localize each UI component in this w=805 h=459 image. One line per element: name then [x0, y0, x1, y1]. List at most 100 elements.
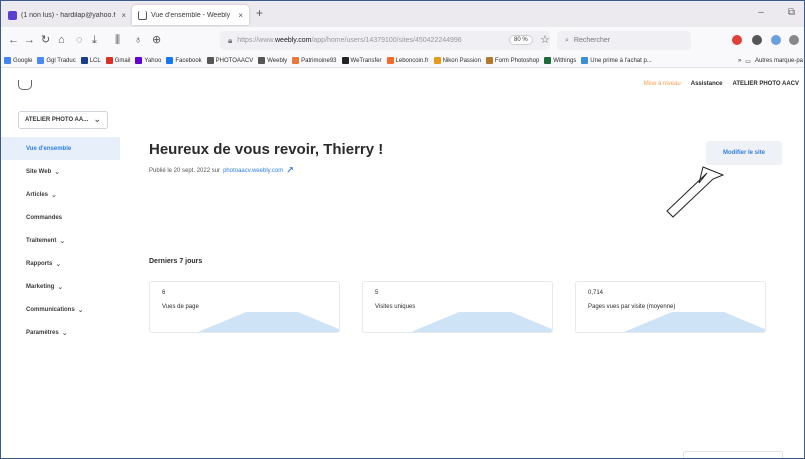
navigation-bar: ← → ↻ ⌂ ◌ ⤓ ⫼ ♁ ⊕ 🔒︎ https://www. weebly.… — [0, 27, 805, 54]
extension-icon[interactable] — [789, 35, 799, 45]
bookmark-icon — [544, 57, 552, 64]
url-host: weebly.com — [275, 37, 312, 44]
bookmark-icon — [135, 57, 143, 64]
bookmark-item[interactable]: Facebook — [166, 57, 202, 64]
bookmark-item[interactable]: Une prime à l'achat p... — [581, 57, 652, 64]
tab-strip: (1 non lus) - hardilap@yahoo.f × Vue d'e… — [0, 0, 805, 27]
tab-title: Vue d'ensemble - Weebly — [151, 11, 231, 19]
sidebar-item[interactable]: Traitement ⌄ — [0, 229, 120, 252]
chevron-down-icon: ⌄ — [61, 329, 68, 337]
zoom-indicator[interactable]: 80 % — [509, 35, 533, 45]
ublock-icon[interactable] — [732, 35, 742, 45]
chat-widget[interactable] — [683, 451, 783, 459]
sidebar-item-label: Traitement — [26, 237, 57, 244]
sidebar-item-label: Site Web — [26, 168, 52, 175]
site-url-link[interactable]: photoaacv.weebly.com — [223, 168, 283, 174]
bookmark-item[interactable]: WeTransfer — [341, 57, 382, 64]
extension-icon[interactable]: ⊕ — [152, 33, 161, 47]
restore-button[interactable]: ⧉ — [788, 7, 795, 18]
sidebar-item[interactable]: Marketing ⌄ — [0, 275, 120, 298]
bookmark-item[interactable]: Patrimoine93 — [292, 57, 337, 64]
tab-mail[interactable]: (1 non lus) - hardilap@yahoo.f × — [2, 5, 132, 25]
stat-card-pages-per-visit: 0,714 Pages vues par visite (moyenne) — [575, 281, 766, 333]
edit-site-button[interactable]: Modifier le site — [706, 141, 782, 165]
bookmarks-overflow[interactable]: » ▭ Autres marque-pa — [733, 54, 803, 67]
sidebar-item-label: Articles — [26, 191, 49, 198]
minimize-button[interactable]: – — [758, 7, 764, 18]
sparkline — [363, 312, 552, 332]
bookmarks-overflow-icon[interactable]: » — [738, 58, 741, 64]
bookmark-item[interactable]: Ggl Traduc — [37, 57, 76, 64]
bookmark-label: Withings — [553, 57, 577, 64]
bookmark-item[interactable]: Nikon Passion — [433, 57, 481, 64]
account-icon[interactable]: ♁ — [134, 33, 142, 47]
sidebar-item[interactable]: Vue d'ensemble — [0, 137, 120, 160]
close-icon[interactable]: × — [121, 11, 126, 20]
sidebar-item[interactable]: Commandes — [0, 206, 120, 229]
back-button[interactable]: ← — [8, 33, 19, 47]
forward-button[interactable]: → — [24, 33, 35, 47]
mail-icon — [8, 10, 17, 20]
library-icon[interactable]: ⫼ — [115, 33, 120, 47]
stat-card-page-views: 6 Vues de page — [149, 281, 340, 333]
search-icon: ⌕ — [565, 36, 569, 44]
page-title: Heureux de vous revoir, Thierry ! — [149, 141, 384, 158]
upgrade-link[interactable]: Mise à niveau — [644, 81, 681, 87]
reload-button[interactable]: ↻ — [41, 33, 50, 47]
bookmark-item[interactable]: Leboncoin.fr — [386, 57, 429, 64]
bookmark-star-icon[interactable]: ☆ — [540, 33, 550, 46]
stat-value: 0,714 — [588, 290, 604, 296]
search-bar[interactable]: ⌕ Rechercher — [557, 31, 691, 50]
extension-icon[interactable] — [752, 35, 762, 45]
weebly-header: Mise à niveau Assistance ATELIER PHOTO A… — [0, 69, 805, 101]
bookmark-item[interactable]: Weebly — [258, 57, 287, 64]
sidebar-item[interactable]: Paramètres ⌄ — [0, 321, 120, 344]
bookmark-icon — [258, 57, 266, 64]
window-controls: – ⧉ — [758, 7, 795, 18]
chevron-down-icon: ⌄ — [51, 191, 57, 199]
home-button[interactable]: ⌂ — [58, 33, 65, 47]
bookmark-label: Facebook — [175, 57, 202, 64]
bookmark-item[interactable]: Withings — [544, 57, 576, 64]
download-icon[interactable]: ⤓ — [92, 33, 97, 47]
pocket-icon[interactable]: ◌ — [76, 33, 83, 47]
bookmark-icon — [206, 57, 214, 64]
other-bookmarks-label[interactable]: Autres marque-pa — [755, 58, 803, 64]
sidebar-item[interactable]: Communications ⌄ — [0, 298, 120, 321]
new-tab-button[interactable]: + — [256, 6, 263, 20]
bookmark-label: PHOTOAACV — [215, 57, 254, 64]
bookmark-label: Gmail — [114, 57, 131, 64]
assistance-link[interactable]: Assistance — [691, 81, 723, 87]
sparkline — [576, 312, 765, 332]
close-icon[interactable]: × — [238, 11, 243, 20]
sidebar-item[interactable]: Site Web ⌄ — [0, 160, 120, 183]
lock-icon: 🔒︎ — [228, 35, 233, 45]
bookmark-item[interactable]: Google — [4, 57, 32, 64]
sidebar-item-label: Rapports — [26, 260, 53, 267]
extension-icon[interactable] — [771, 35, 781, 45]
bookmark-item[interactable]: PHOTOAACV — [206, 57, 254, 64]
bookmark-label: Yahoo — [144, 57, 162, 64]
bookmark-item[interactable]: Yahoo — [135, 57, 161, 64]
sidebar-item-label: Paramètres — [26, 329, 59, 336]
sidebar-nav: Vue d'ensemble Site Web ⌄ Articles ⌄ Commande… — [0, 137, 120, 344]
bookmark-label: Patrimoine93 — [301, 57, 337, 64]
bookmark-label: Nikon Passion — [442, 57, 481, 64]
weebly-logo-icon[interactable] — [18, 80, 32, 90]
sidebar-item[interactable]: Rapports ⌄ — [0, 252, 120, 275]
bookmark-item[interactable]: Form Photoshop — [485, 57, 539, 64]
bookmark-icon — [292, 57, 300, 64]
sidebar-item[interactable]: Articles ⌄ — [0, 183, 120, 206]
bookmark-item[interactable]: Gmail — [105, 57, 131, 64]
chevron-down-icon: ⌄ — [59, 237, 66, 245]
bookmark-item[interactable]: LCL — [80, 57, 101, 64]
url-bar[interactable]: 🔒︎ https://www. weebly.com/app/home/users… — [220, 31, 550, 50]
chevron-down-icon: ⌄ — [93, 114, 101, 124]
tab-weebly[interactable]: Vue d'ensemble - Weebly × — [132, 5, 249, 25]
sidebar-item-label: Communications — [26, 306, 75, 313]
site-selector[interactable]: ATELIER PHOTO AA... ⌄ — [18, 111, 108, 129]
external-link-icon[interactable]: ↗ — [286, 165, 294, 176]
tab-title: (1 non lus) - hardilap@yahoo.f — [21, 11, 116, 19]
stat-value: 5 — [375, 290, 379, 296]
site-menu[interactable]: ATELIER PHOTO AACV — [732, 81, 799, 87]
